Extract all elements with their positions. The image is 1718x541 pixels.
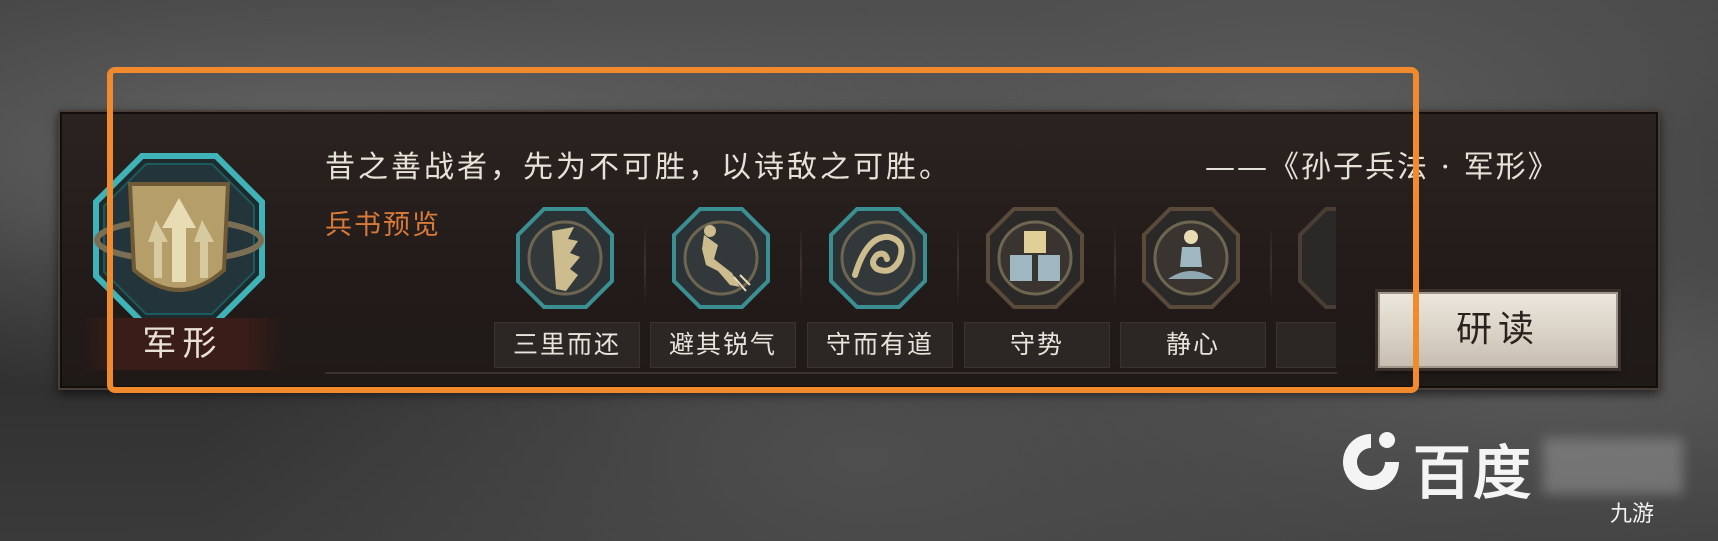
watermark: 百度 九游 [1325, 418, 1705, 528]
baidu-logo-icon [1343, 432, 1399, 490]
highlight-frame [107, 67, 1419, 393]
watermark-text: 百度 [1413, 439, 1534, 507]
watermark-blur [1543, 438, 1683, 494]
watermark-small-text: 九游 [1610, 502, 1655, 527]
